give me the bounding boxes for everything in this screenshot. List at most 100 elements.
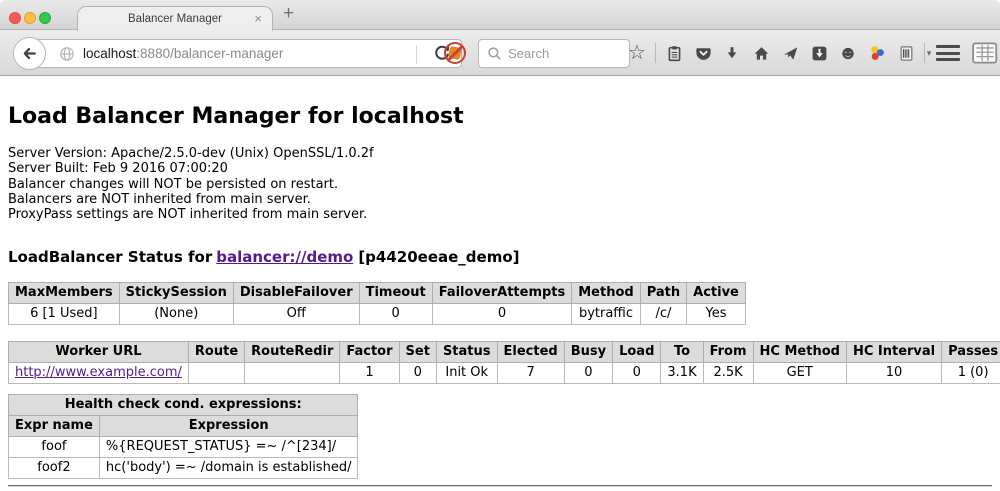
balancer-settings-table: MaxMembers StickySession DisableFailover…	[8, 282, 746, 325]
new-tab-button[interactable]: +	[283, 3, 294, 25]
flashblock-icon[interactable]	[443, 41, 467, 65]
col-load: Load	[613, 342, 661, 363]
col-hc-method: HC Method	[753, 342, 846, 363]
page-content: Load Balancer Manager for localhost Serv…	[0, 77, 1000, 491]
browser-window: Balancer Manager × + localhost:8880/bala…	[0, 0, 1000, 491]
table-header-row: Expr name Expression	[9, 416, 358, 437]
cell-expression: hc('body') =~ /domain is established/	[99, 458, 358, 479]
toolbar-icons: ☆ ☻	[626, 38, 934, 68]
col-from: From	[703, 342, 753, 363]
health-row: foof2 hc('body') =~ /domain is establish…	[9, 458, 358, 479]
smiley-icon[interactable]: ☻	[837, 38, 859, 68]
col-expr-name: Expr name	[9, 416, 100, 437]
cell-route	[188, 363, 244, 384]
colored-dots-icon[interactable]	[866, 38, 888, 68]
col-worker-url: Worker URL	[9, 342, 189, 363]
cell-expr-name: foof2	[9, 458, 100, 479]
sidebar-grid-icon[interactable]	[972, 42, 998, 64]
heading-prefix: LoadBalancer Status for	[8, 248, 212, 266]
cell-hc-interval: 10	[846, 363, 941, 384]
download-box-icon[interactable]	[808, 38, 830, 68]
cell-load: 0	[613, 363, 661, 384]
cell-expression: %{REQUEST_STATUS} =~ /^[234]/	[99, 437, 358, 458]
cell-timeout: 0	[359, 304, 432, 325]
search-box[interactable]	[478, 39, 630, 68]
col-active: Active	[687, 283, 746, 304]
menu-hamburger-icon[interactable]	[936, 45, 960, 61]
tab-title: Balancer Manager	[128, 13, 222, 25]
send-plane-icon[interactable]	[779, 38, 801, 68]
cell-stickysession: (None)	[119, 304, 233, 325]
table-header-row: Worker URL Route RouteRedir Factor Set S…	[9, 342, 1000, 363]
health-table-title: Health check cond. expressions:	[9, 395, 358, 416]
clipboard-icon[interactable]	[663, 38, 685, 68]
zoom-window-button[interactable]	[39, 12, 51, 24]
col-maxmembers: MaxMembers	[9, 283, 120, 304]
worker-table: Worker URL Route RouteRedir Factor Set S…	[8, 341, 1000, 384]
table-header-row: MaxMembers StickySession DisableFailover…	[9, 283, 746, 304]
col-routeredir: RouteRedir	[245, 342, 340, 363]
pocket-icon[interactable]	[692, 38, 714, 68]
col-busy: Busy	[564, 342, 612, 363]
server-info: Server Version: Apache/2.5.0-dev (Unix) …	[8, 146, 992, 222]
url-text: localhost:8880/balancer-manager	[83, 46, 283, 61]
tab-close-icon[interactable]: ×	[254, 11, 262, 26]
cell-status: Init Ok	[436, 363, 497, 384]
col-to: To	[661, 342, 703, 363]
archive-container-icon[interactable]	[895, 38, 917, 68]
cell-failoverattempts: 0	[432, 304, 572, 325]
cell-set: 0	[399, 363, 436, 384]
col-path: Path	[640, 283, 686, 304]
titlebar: Balancer Manager × +	[0, 0, 1000, 30]
toolbar-divider-right	[924, 43, 925, 63]
cell-path: /c/	[640, 304, 686, 325]
cell-routeredir	[245, 363, 340, 384]
col-route: Route	[188, 342, 244, 363]
close-window-button[interactable]	[9, 12, 21, 24]
cell-disablefailover: Off	[233, 304, 359, 325]
cell-from: 2.5K	[703, 363, 753, 384]
cell-factor: 1	[340, 363, 399, 384]
urlbar-divider	[416, 45, 417, 64]
cell-elected: 7	[497, 363, 564, 384]
cell-busy: 0	[564, 363, 612, 384]
toolbar-divider	[655, 43, 656, 63]
cell-passes: 1 (0)	[942, 363, 1000, 384]
table-row: 6 [1 Used] (None) Off 0 0 bytraffic /c/ …	[9, 304, 746, 325]
col-expression: Expression	[99, 416, 358, 437]
back-button[interactable]	[13, 37, 46, 70]
tab-balancer-manager[interactable]: Balancer Manager ×	[77, 6, 273, 31]
cell-hc-method: GET	[753, 363, 846, 384]
heading-suffix: [p4420eeae_demo]	[358, 248, 519, 266]
navigation-toolbar: localhost:8880/balancer-manager ☆	[0, 30, 1000, 76]
col-elected: Elected	[497, 342, 564, 363]
download-icon[interactable]	[721, 38, 743, 68]
home-icon[interactable]	[750, 38, 772, 68]
url-path: :8880/balancer-manager	[136, 46, 283, 61]
health-check-table: Health check cond. expressions: Expr nam…	[8, 394, 358, 479]
search-icon	[487, 46, 502, 61]
health-row: foof %{REQUEST_STATUS} =~ /^[234]/	[9, 437, 358, 458]
balancer-demo-link[interactable]: balancer://demo	[216, 248, 353, 266]
col-disablefailover: DisableFailover	[233, 283, 359, 304]
proxypass-notice-line: ProxyPass settings are NOT inherited fro…	[8, 207, 992, 222]
cell-maxmembers: 6 [1 Used]	[9, 304, 120, 325]
server-version-line: Server Version: Apache/2.5.0-dev (Unix) …	[8, 146, 992, 161]
cell-worker-url: http://www.example.com/	[9, 363, 189, 384]
worker-row: http://www.example.com/ 1 0 Init Ok 7 0 …	[9, 363, 1000, 384]
balancer-status-heading: LoadBalancer Status forbalancer://demo [p…	[8, 248, 992, 266]
globe-icon	[59, 46, 75, 62]
cell-method: bytraffic	[572, 304, 640, 325]
col-factor: Factor	[340, 342, 399, 363]
col-stickysession: StickySession	[119, 283, 233, 304]
cell-active: Yes	[687, 304, 746, 325]
url-bar[interactable]: localhost:8880/balancer-manager	[30, 39, 462, 68]
minimize-window-button[interactable]	[24, 12, 36, 24]
worker-url-link[interactable]: http://www.example.com/	[15, 365, 182, 380]
cell-to: 3.1K	[661, 363, 703, 384]
bookmark-star-icon[interactable]: ☆	[626, 38, 648, 68]
search-input[interactable]	[508, 46, 621, 61]
col-hc-interval: HC Interval	[846, 342, 941, 363]
cell-expr-name: foof	[9, 437, 100, 458]
chevron-down-icon[interactable]: ▾	[924, 38, 934, 68]
